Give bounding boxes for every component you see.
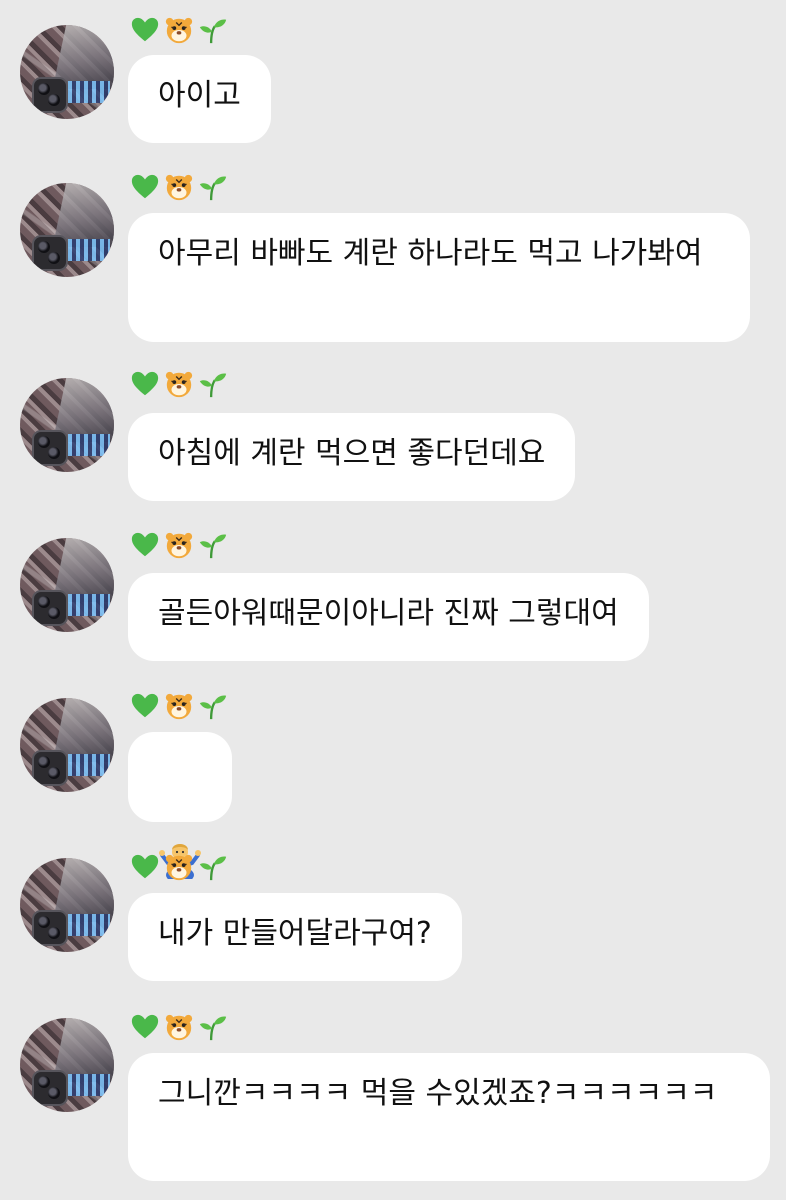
- message-bubble[interactable]: 아무리 바빠도 계란 하나라도 먹고 나가봐여: [128, 213, 750, 342]
- message-bubble[interactable]: 골든아워때문이아니라 진짜 그렇대여: [128, 573, 649, 661]
- seedling-icon: [199, 856, 227, 881]
- tiger-face-icon: [165, 17, 193, 44]
- sender-avatar[interactable]: [20, 858, 114, 952]
- green-heart-icon: [131, 854, 159, 879]
- sender-name: [130, 527, 228, 563]
- tiger-face-icon: [165, 532, 193, 559]
- tiger-face-icon: [165, 693, 193, 720]
- message-bubble[interactable]: [128, 732, 232, 879]
- green-heart-icon: [131, 174, 159, 199]
- seedling-icon: [199, 176, 227, 201]
- seedling-icon: [199, 19, 227, 44]
- sender-avatar[interactable]: [20, 183, 114, 277]
- seedling-icon: [199, 534, 227, 559]
- sender-name: [130, 1009, 228, 1045]
- seedling-icon: [199, 695, 227, 720]
- tiger-face-icon: [165, 1014, 193, 1041]
- message-bubble[interactable]: 아이고: [128, 55, 271, 143]
- sender-avatar[interactable]: [20, 538, 114, 632]
- sender-avatar[interactable]: [20, 25, 114, 119]
- sender-avatar[interactable]: [20, 698, 114, 792]
- sender-name: [130, 688, 228, 724]
- message-bubble[interactable]: 아침에 계란 먹으면 좋다던데요: [128, 413, 576, 501]
- tiger-face-icon: [165, 371, 193, 398]
- green-heart-icon: [131, 17, 159, 42]
- message-bubble[interactable]: 내가 만들어달라구여?: [128, 893, 462, 981]
- green-heart-icon: [131, 1014, 159, 1039]
- sender-avatar[interactable]: [20, 378, 114, 472]
- green-heart-icon: [131, 532, 159, 557]
- tiger-face-icon: [165, 174, 193, 201]
- green-heart-icon: [131, 693, 159, 718]
- seedling-icon: [199, 1016, 227, 1041]
- tiger-face-icon: [165, 854, 193, 881]
- seedling-icon: [199, 373, 227, 398]
- sender-name: [130, 366, 228, 402]
- message-bubble[interactable]: 그니깐ㅋㅋㅋㅋ 먹을 수있겠죠?ㅋㅋㅋㅋㅋㅋ: [128, 1053, 770, 1181]
- sender-name: [130, 849, 228, 885]
- sender-avatar[interactable]: [20, 1018, 114, 1112]
- green-heart-icon: [131, 371, 159, 396]
- sender-name: [130, 169, 228, 205]
- sender-name: [130, 12, 228, 48]
